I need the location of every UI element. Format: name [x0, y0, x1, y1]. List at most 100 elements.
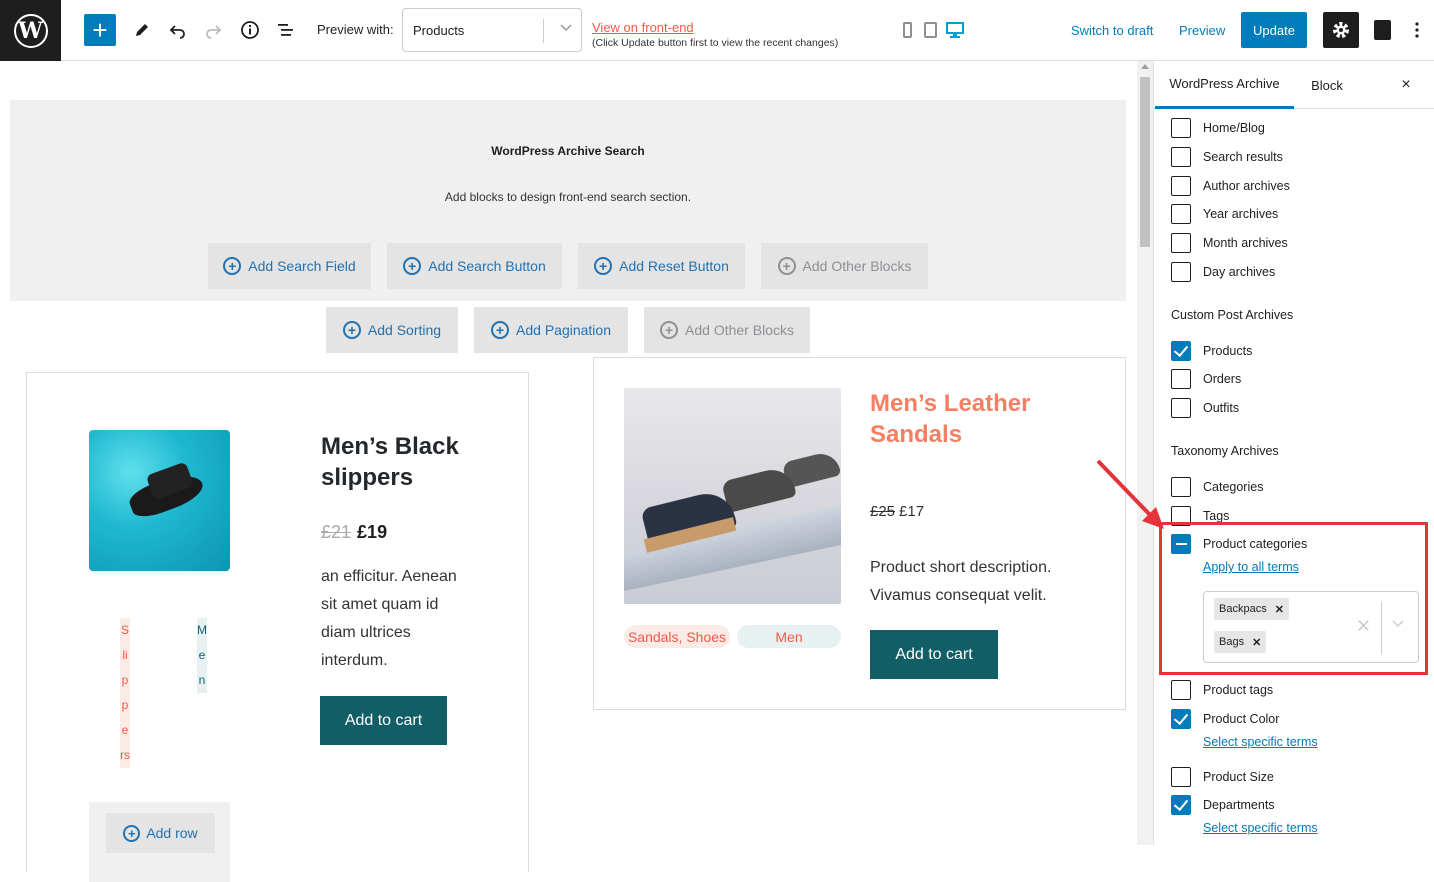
wordpress-logo[interactable]: W: [0, 0, 61, 61]
plus-icon: +: [92, 15, 108, 45]
product-card[interactable]: Men’s Leather Sandals £25 £17 Product sho…: [593, 357, 1126, 710]
checkbox[interactable]: [1171, 233, 1191, 253]
checkbox[interactable]: [1171, 477, 1191, 497]
view-on-frontend-link[interactable]: View on front-end: [592, 20, 694, 35]
settings-sidebar: WordPress Archive Block × Home/Blog Sear…: [1153, 61, 1434, 845]
archive-option-year[interactable]: Year archives: [1171, 204, 1278, 224]
settings-button[interactable]: [1323, 12, 1359, 48]
archive-option-home-blog[interactable]: Home/Blog: [1171, 118, 1265, 138]
checkbox[interactable]: [1171, 147, 1191, 167]
checkbox[interactable]: [1171, 262, 1191, 282]
checkbox[interactable]: [1171, 118, 1191, 138]
add-to-cart-button[interactable]: Add to cart: [870, 630, 998, 679]
archive-search-section[interactable]: WordPress Archive Search Add blocks to d…: [10, 100, 1126, 301]
add-search-field-button[interactable]: + Add Search Field: [208, 243, 371, 289]
plus-circle-icon: +: [491, 321, 510, 339]
product-image[interactable]: [624, 388, 841, 604]
checkbox[interactable]: [1171, 204, 1191, 224]
more-options-button[interactable]: [1405, 14, 1429, 46]
category-tag[interactable]: Slippers: [120, 618, 130, 768]
button-label: Add row: [146, 825, 198, 841]
close-icon[interactable]: ×: [1394, 73, 1418, 97]
button-label: Add Other Blocks: [802, 258, 912, 274]
checkbox-label: Product Size: [1203, 770, 1274, 784]
checkbox-label: Orders: [1203, 372, 1242, 386]
checkbox-label: Day archives: [1203, 265, 1276, 279]
desktop-icon[interactable]: [946, 21, 964, 44]
archive-option-outfits[interactable]: Outfits: [1171, 398, 1239, 418]
product-card[interactable]: Men’s Black slippers £21 £19 an efficitur…: [26, 372, 529, 882]
archive-option-day[interactable]: Day archives: [1171, 262, 1275, 282]
checkbox[interactable]: [1171, 709, 1191, 729]
undo-icon[interactable]: [162, 14, 194, 46]
select-specific-terms-link[interactable]: Select specific terms: [1203, 821, 1318, 835]
list-view-icon[interactable]: [270, 14, 302, 46]
checkbox-label: Month archives: [1203, 236, 1288, 250]
info-icon[interactable]: [234, 14, 266, 46]
checkbox[interactable]: [1171, 341, 1191, 361]
tablet-icon[interactable]: [924, 22, 937, 38]
category-tag[interactable]: Sandals, Shoes: [624, 625, 730, 648]
archive-option-product-tags[interactable]: Product tags: [1171, 680, 1273, 700]
archive-option-departments[interactable]: Departments: [1171, 795, 1275, 815]
checkbox[interactable]: [1171, 680, 1191, 700]
checkbox[interactable]: [1171, 795, 1191, 815]
button-label: Add Search Field: [248, 258, 356, 274]
department-tag[interactable]: Men: [737, 625, 841, 648]
add-block-button[interactable]: +: [84, 14, 116, 46]
old-price: £21: [321, 522, 352, 542]
preview-with-label: Preview with:: [317, 22, 394, 37]
add-other-blocks-button[interactable]: + Add Other Blocks: [761, 243, 928, 289]
checkbox[interactable]: [1171, 369, 1191, 389]
archive-option-orders[interactable]: Orders: [1171, 369, 1241, 389]
button-label: Add Other Blocks: [685, 322, 794, 338]
archive-option-categories[interactable]: Categories: [1171, 477, 1263, 497]
checkbox[interactable]: [1171, 767, 1191, 787]
checkbox[interactable]: [1171, 398, 1191, 418]
product-image[interactable]: [89, 430, 230, 571]
add-reset-button-button[interactable]: + Add Reset Button: [578, 243, 745, 289]
checkbox[interactable]: [1171, 176, 1191, 196]
tab-wordpress-archive[interactable]: WordPress Archive: [1155, 61, 1294, 109]
canvas-scrollbar[interactable]: [1137, 61, 1153, 845]
add-to-cart-button[interactable]: Add to cart: [320, 696, 447, 745]
plugin-button[interactable]: [1368, 14, 1396, 46]
view-frontend-note: (Click Update button first to view the r…: [592, 37, 839, 49]
chevron-down-icon: [559, 20, 573, 37]
mobile-icon[interactable]: [903, 22, 912, 38]
product-price: £21 £19: [321, 522, 387, 543]
pencil-icon[interactable]: [126, 14, 158, 46]
plus-circle-icon: +: [123, 824, 141, 842]
tab-block[interactable]: Block: [1297, 61, 1357, 109]
scroll-thumb[interactable]: [1140, 77, 1150, 247]
sidebar-tabs: WordPress Archive Block ×: [1154, 61, 1434, 109]
annotation-arrow-icon: [1096, 459, 1164, 529]
product-title[interactable]: Men’s Black slippers: [321, 431, 528, 493]
add-sorting-button[interactable]: + Add Sorting: [326, 307, 458, 353]
scroll-up-arrow[interactable]: [1141, 64, 1149, 69]
archive-option-author[interactable]: Author archives: [1171, 176, 1290, 196]
preview-with-select[interactable]: Products: [402, 8, 582, 52]
plugin-icon: [1373, 20, 1391, 40]
archive-option-product-size[interactable]: Product Size: [1171, 767, 1274, 787]
plus-circle-icon: +: [594, 257, 613, 275]
update-button[interactable]: Update: [1241, 12, 1307, 48]
archive-option-products[interactable]: Products: [1171, 341, 1252, 361]
add-pagination-button[interactable]: + Add Pagination: [474, 307, 628, 353]
switch-to-draft-button[interactable]: Switch to draft: [1071, 23, 1153, 38]
product-title[interactable]: Men’s Leather Sandals: [870, 388, 1050, 450]
redo-icon[interactable]: [197, 14, 229, 46]
checkbox-label: Departments: [1203, 798, 1275, 812]
add-other-blocks-button[interactable]: + Add Other Blocks: [644, 307, 810, 353]
checkbox-label: Product tags: [1203, 683, 1274, 697]
department-tag[interactable]: Men: [197, 618, 207, 693]
sale-price: £17: [899, 503, 925, 520]
archive-option-month[interactable]: Month archives: [1171, 233, 1288, 253]
preview-button[interactable]: Preview: [1179, 23, 1225, 38]
button-label: Add Reset Button: [619, 258, 729, 274]
add-search-button-button[interactable]: + Add Search Button: [387, 243, 562, 289]
archive-option-product-color[interactable]: Product Color: [1171, 709, 1279, 729]
archive-option-search-results[interactable]: Search results: [1171, 147, 1283, 167]
select-specific-terms-link[interactable]: Select specific terms: [1203, 735, 1318, 749]
add-row-button[interactable]: + Add row: [106, 813, 215, 853]
